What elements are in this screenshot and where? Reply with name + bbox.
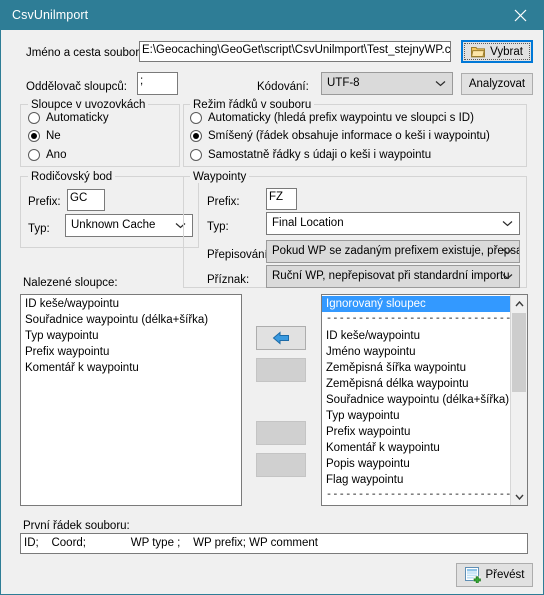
parent-type-combo-value: Unknown Cache: [71, 219, 156, 231]
window-title: CsvUnilmport: [12, 8, 89, 22]
list-item[interactable]: Popis waypointu: [322, 456, 510, 472]
list-item[interactable]: Komentář k waypointu: [322, 440, 510, 456]
parent-type-label: Typ:: [28, 223, 50, 235]
list-item[interactable]: Zeměpisná šířka keše: [322, 504, 510, 505]
arrow-left-icon: [272, 331, 289, 345]
file-path-input[interactable]: E:\Geocaching\GeoGet\script\CsvUnilmport…: [139, 41, 451, 62]
radio-mark: [190, 112, 202, 124]
encoding-combo-value: UTF-8: [327, 77, 360, 89]
chevron-down-icon: [502, 213, 513, 234]
radio-label: Automaticky: [46, 112, 109, 124]
list-item[interactable]: ID keše/waypointu: [322, 328, 510, 344]
wp-flag-combo[interactable]: Ruční WP, nepřepisovat při standardní im…: [266, 265, 520, 288]
wp-type-combo-value: Final Location: [272, 217, 344, 229]
move-button-3[interactable]: [256, 421, 306, 445]
list-item[interactable]: Ignorovaný sloupec: [322, 296, 510, 312]
close-icon: [514, 9, 527, 22]
parent-prefix-label: Prefix:: [28, 196, 61, 208]
radio-quotes-yes[interactable]: Ano: [28, 148, 66, 162]
wp-overwrite-label: Přepisování:: [207, 249, 271, 261]
chevron-down-icon: [502, 241, 513, 262]
list-item[interactable]: Flag waypointu: [322, 472, 510, 488]
list-item[interactable]: ID keše/waypointu: [21, 296, 241, 312]
list-item[interactable]: Souřadnice waypointu (délka+šířka): [322, 392, 510, 408]
list-item[interactable]: Zeměpisná délka waypointu: [322, 376, 510, 392]
radio-label: Ano: [46, 149, 67, 161]
scrollbar-thumb[interactable]: [512, 313, 526, 392]
list-item[interactable]: Zeměpisná šířka waypointu: [322, 360, 510, 376]
radio-label: Ne: [46, 130, 61, 142]
parent-point-group: [20, 176, 199, 248]
wp-prefix-input[interactable]: FZ: [266, 188, 297, 210]
close-button[interactable]: [498, 1, 543, 30]
radio-quotes-no[interactable]: Ne: [28, 129, 61, 143]
csv-import-dialog: CsvUnilmport Jméno a cesta souboru E:\Ge…: [0, 0, 544, 595]
radio-label: Smíšený (řádek obsahuje informace o keši…: [208, 130, 490, 142]
parent-type-combo[interactable]: Unknown Cache: [65, 214, 193, 237]
encoding-combo[interactable]: UTF-8: [321, 72, 453, 95]
available-columns-items: Ignorovaný sloupec ----------------------…: [322, 296, 510, 505]
radio-quotes-auto[interactable]: Automaticky: [28, 111, 109, 125]
list-item[interactable]: Prefix waypointu: [21, 344, 241, 360]
chevron-down-icon: [435, 73, 446, 94]
radio-rowmode-separate[interactable]: Samostatně řádky s údaji o keši i waypoi…: [190, 148, 431, 162]
parent-prefix-input[interactable]: GC: [67, 189, 105, 211]
radio-mark: [190, 130, 202, 142]
available-columns-listbox[interactable]: Ignorovaný sloupec ----------------------…: [321, 294, 528, 506]
parent-point-group-title: Rodičovský bod: [28, 171, 116, 183]
radio-label: Automaticky (hledá prefix waypointu ve s…: [208, 112, 474, 124]
radio-label: Samostatně řádky s údaji o keši i waypoi…: [208, 149, 432, 161]
convert-button[interactable]: Převést: [456, 563, 533, 587]
rowmode-group-title: Režim řádků v souboru: [190, 99, 315, 111]
first-line-label: První řádek souboru:: [23, 520, 130, 532]
analyze-button-label: Analyzovat: [468, 78, 526, 90]
file-path-label: Jméno a cesta souboru: [26, 47, 146, 59]
encoding-label: Kódování:: [257, 81, 309, 93]
move-button-4[interactable]: [256, 453, 306, 477]
radio-rowmode-mixed[interactable]: Smíšený (řádek obsahuje informace o keši…: [190, 129, 490, 143]
move-button-2[interactable]: [256, 358, 306, 382]
found-columns-items: ID keše/waypointu Souřadnice waypointu (d…: [21, 296, 241, 376]
title-bar: CsvUnilmport: [1, 1, 543, 30]
analyze-button[interactable]: Analyzovat: [461, 73, 533, 95]
list-separator: --------------------------------: [326, 490, 510, 501]
list-separator: --------------------------------: [326, 314, 510, 325]
wp-type-combo[interactable]: Final Location: [266, 212, 520, 235]
wp-overwrite-combo-value: Pokud WP se zadaným prefixem existuje, p…: [272, 245, 520, 257]
wp-type-label: Typ:: [207, 221, 229, 233]
convert-button-label: Převést: [485, 569, 525, 581]
wp-flag-label: Příznak:: [207, 274, 250, 286]
list-item[interactable]: Souřadnice waypointu (délka+šířka): [21, 312, 241, 328]
list-item[interactable]: Typ waypointu: [21, 328, 241, 344]
radio-mark: [28, 130, 40, 142]
found-columns-listbox[interactable]: ID keše/waypointu Souřadnice waypointu (d…: [20, 294, 242, 506]
radio-rowmode-auto[interactable]: Automaticky (hledá prefix waypointu ve s…: [190, 111, 474, 125]
radio-mark: [28, 149, 40, 161]
radio-mark: [190, 149, 202, 161]
waypoints-group-title: Waypointy: [190, 171, 250, 183]
wp-flag-combo-value: Ruční WP, nepřepisovat při standardní im…: [272, 270, 510, 282]
browse-button-label: Vybrat: [490, 45, 523, 58]
wp-prefix-label: Prefix:: [207, 196, 240, 208]
available-columns-scrollbar[interactable]: [510, 295, 527, 505]
chevron-down-icon: [502, 266, 513, 287]
separator-input[interactable]: ;: [137, 72, 178, 95]
first-line-value: ID; Coord; WP type ; WP prefix; WP comme…: [20, 533, 528, 554]
list-item[interactable]: Typ waypointu: [322, 408, 510, 424]
radio-mark: [28, 112, 40, 124]
list-item[interactable]: Komentář k waypointu: [21, 360, 241, 376]
move-left-button[interactable]: [256, 326, 306, 350]
wp-overwrite-combo[interactable]: Pokud WP se zadaným prefixem existuje, p…: [266, 240, 520, 263]
browse-button[interactable]: Vybrat: [461, 40, 533, 63]
scroll-up-icon[interactable]: [511, 295, 527, 312]
found-columns-label: Nalezené sloupce:: [23, 277, 118, 289]
quotes-group-title: Sloupce v uvozovkách: [28, 99, 149, 111]
list-item[interactable]: Jméno waypointu: [322, 344, 510, 360]
separator-label: Oddělovač sloupců:: [26, 81, 128, 93]
folder-icon: [471, 46, 486, 57]
list-item[interactable]: Prefix waypointu: [322, 424, 510, 440]
scroll-down-icon[interactable]: [511, 488, 527, 505]
table-convert-icon: [464, 567, 481, 583]
